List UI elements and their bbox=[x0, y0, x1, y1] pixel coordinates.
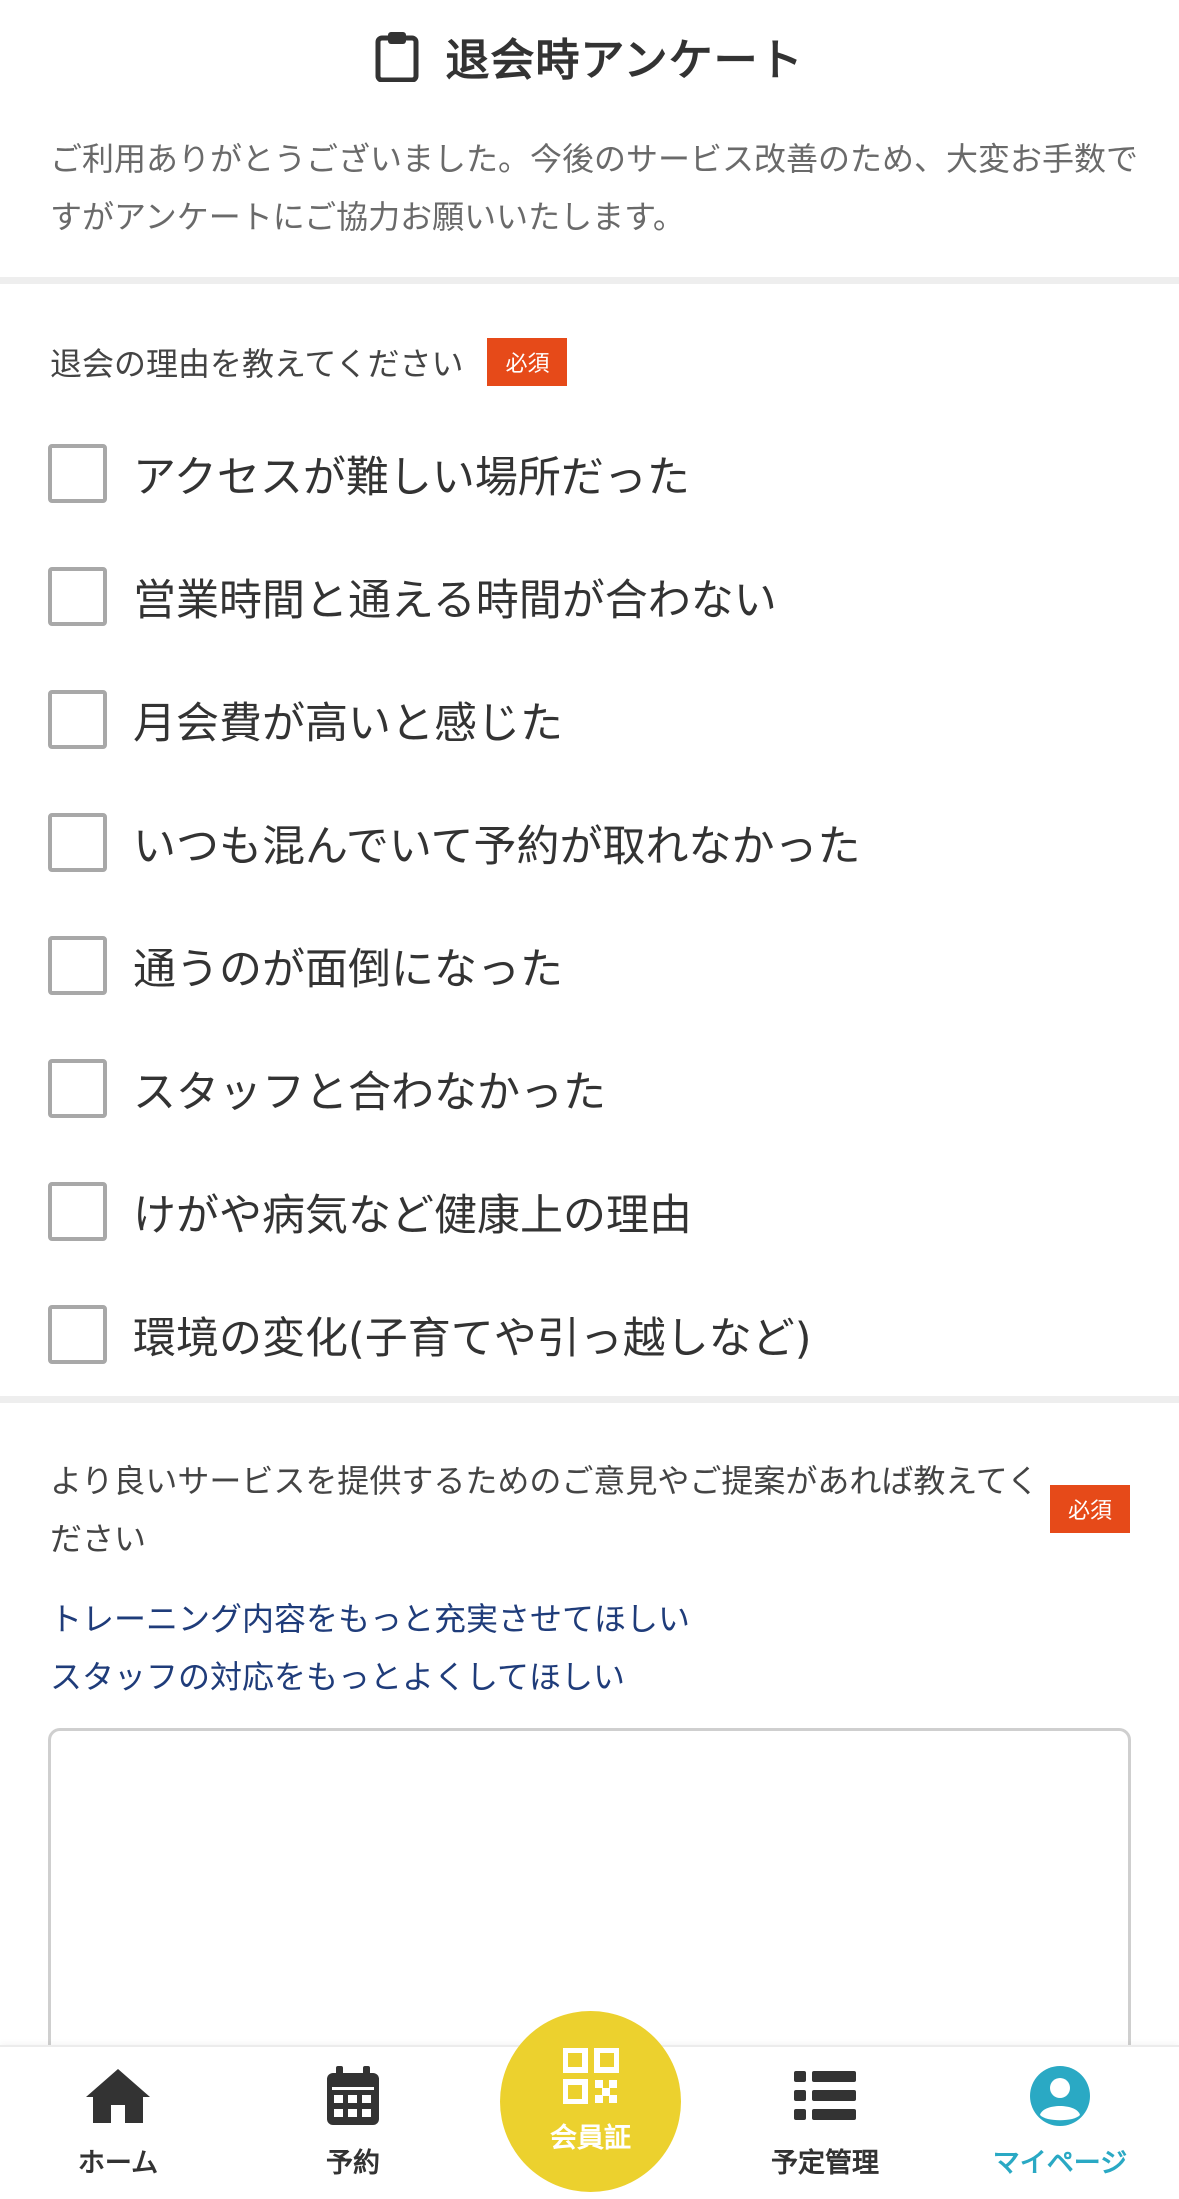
nav-label: 予約 bbox=[326, 2148, 380, 2179]
nav-home[interactable]: ホーム bbox=[18, 2065, 218, 2180]
nav-schedule[interactable]: 予定管理 bbox=[725, 2065, 925, 2180]
question-feedback-text: より良いサービスを提供するためのご意見やご提案があれば教えてください bbox=[50, 1462, 1039, 1558]
suggestion-training[interactable]: トレーニング内容をもっと充実させてほしい bbox=[50, 1590, 690, 1648]
checkbox[interactable] bbox=[48, 1059, 107, 1118]
withdrawal-survey-page: 退会時アンケート ご利用ありがとうございました。今後のサービス改善のため、大変お… bbox=[0, 0, 1179, 2199]
suggestion-links: トレーニング内容をもっと充実させてほしい スタッフの対応をもっとよくしてほしい bbox=[50, 1590, 690, 1706]
suggestion-staff[interactable]: スタッフの対応をもっとよくしてほしい bbox=[50, 1648, 690, 1706]
option-label: 通うのが面倒になった bbox=[133, 944, 563, 995]
reason-option-staff[interactable]: スタッフと合わなかった bbox=[48, 1027, 1148, 1150]
home-icon bbox=[86, 2069, 150, 2123]
reason-option-bother[interactable]: 通うのが面倒になった bbox=[48, 904, 1148, 1027]
reason-option-crowded[interactable]: いつも混んでいて予約が取れなかった bbox=[48, 781, 1148, 904]
reason-option-environment[interactable]: 環境の変化(子育てや引っ越しなど) bbox=[48, 1273, 1148, 1396]
checkbox[interactable] bbox=[48, 936, 107, 995]
option-label: スタッフと合わなかった bbox=[133, 1067, 606, 1118]
nav-label: マイページ bbox=[992, 2148, 1128, 2179]
section-divider bbox=[0, 1396, 1179, 1403]
checkbox[interactable] bbox=[48, 1305, 107, 1364]
checkbox[interactable] bbox=[48, 690, 107, 749]
option-label: けがや病気など健康上の理由 bbox=[133, 1190, 692, 1241]
required-badge: 必須 bbox=[487, 338, 568, 386]
option-label: アクセスが難しい場所だった bbox=[133, 452, 690, 503]
reason-options: アクセスが難しい場所だった 営業時間と通える時間が合わない 月会費が高いと感じた… bbox=[48, 412, 1148, 1396]
calendar-icon bbox=[327, 2066, 379, 2125]
reason-option-access[interactable]: アクセスが難しい場所だった bbox=[48, 412, 1148, 535]
nav-mypage[interactable]: マイページ bbox=[960, 2065, 1160, 2180]
checkbox[interactable] bbox=[48, 567, 107, 626]
section-divider bbox=[0, 277, 1179, 284]
option-label: 月会費が高いと感じた bbox=[133, 698, 563, 749]
required-badge: 必須 bbox=[1050, 1485, 1130, 1533]
reason-option-hours[interactable]: 営業時間と通える時間が合わない bbox=[48, 535, 1148, 658]
question-reason-text: 退会の理由を教えてください bbox=[50, 345, 464, 383]
reason-option-health[interactable]: けがや病気など健康上の理由 bbox=[48, 1150, 1148, 1273]
member-card-button[interactable]: 会員証 bbox=[500, 2011, 681, 2192]
checkbox[interactable] bbox=[48, 1182, 107, 1241]
nav-label: 予定管理 bbox=[771, 2148, 879, 2179]
nav-label: ホーム bbox=[77, 2148, 159, 2179]
clipboard-icon bbox=[375, 32, 419, 82]
option-label: いつも混んでいて予約が取れなかった bbox=[133, 821, 861, 872]
intro-text: ご利用ありがとうございました。今後のサービス改善のため、大変お手数ですがアンケー… bbox=[50, 140, 1139, 236]
nav-reservation[interactable]: 予約 bbox=[253, 2065, 453, 2180]
qr-code-icon bbox=[562, 2048, 619, 2104]
reason-option-fee[interactable]: 月会費が高いと感じた bbox=[48, 658, 1148, 781]
question-reason-label: 退会の理由を教えてください 必須 bbox=[50, 338, 568, 386]
question-feedback-label: より良いサービスを提供するためのご意見やご提案があれば教えてください 必須 bbox=[50, 1452, 1130, 1568]
user-icon bbox=[1030, 2066, 1090, 2126]
list-icon bbox=[794, 2071, 856, 2120]
checkbox[interactable] bbox=[48, 444, 107, 503]
page-title: 退会時アンケート bbox=[445, 35, 804, 86]
checkbox[interactable] bbox=[48, 813, 107, 872]
member-card-label: 会員証 bbox=[550, 2123, 631, 2154]
option-label: 営業時間と通える時間が合わない bbox=[133, 575, 777, 626]
page-header: 退会時アンケート bbox=[0, 0, 1179, 112]
option-label: 環境の変化(子育てや引っ越しなど) bbox=[133, 1313, 812, 1364]
